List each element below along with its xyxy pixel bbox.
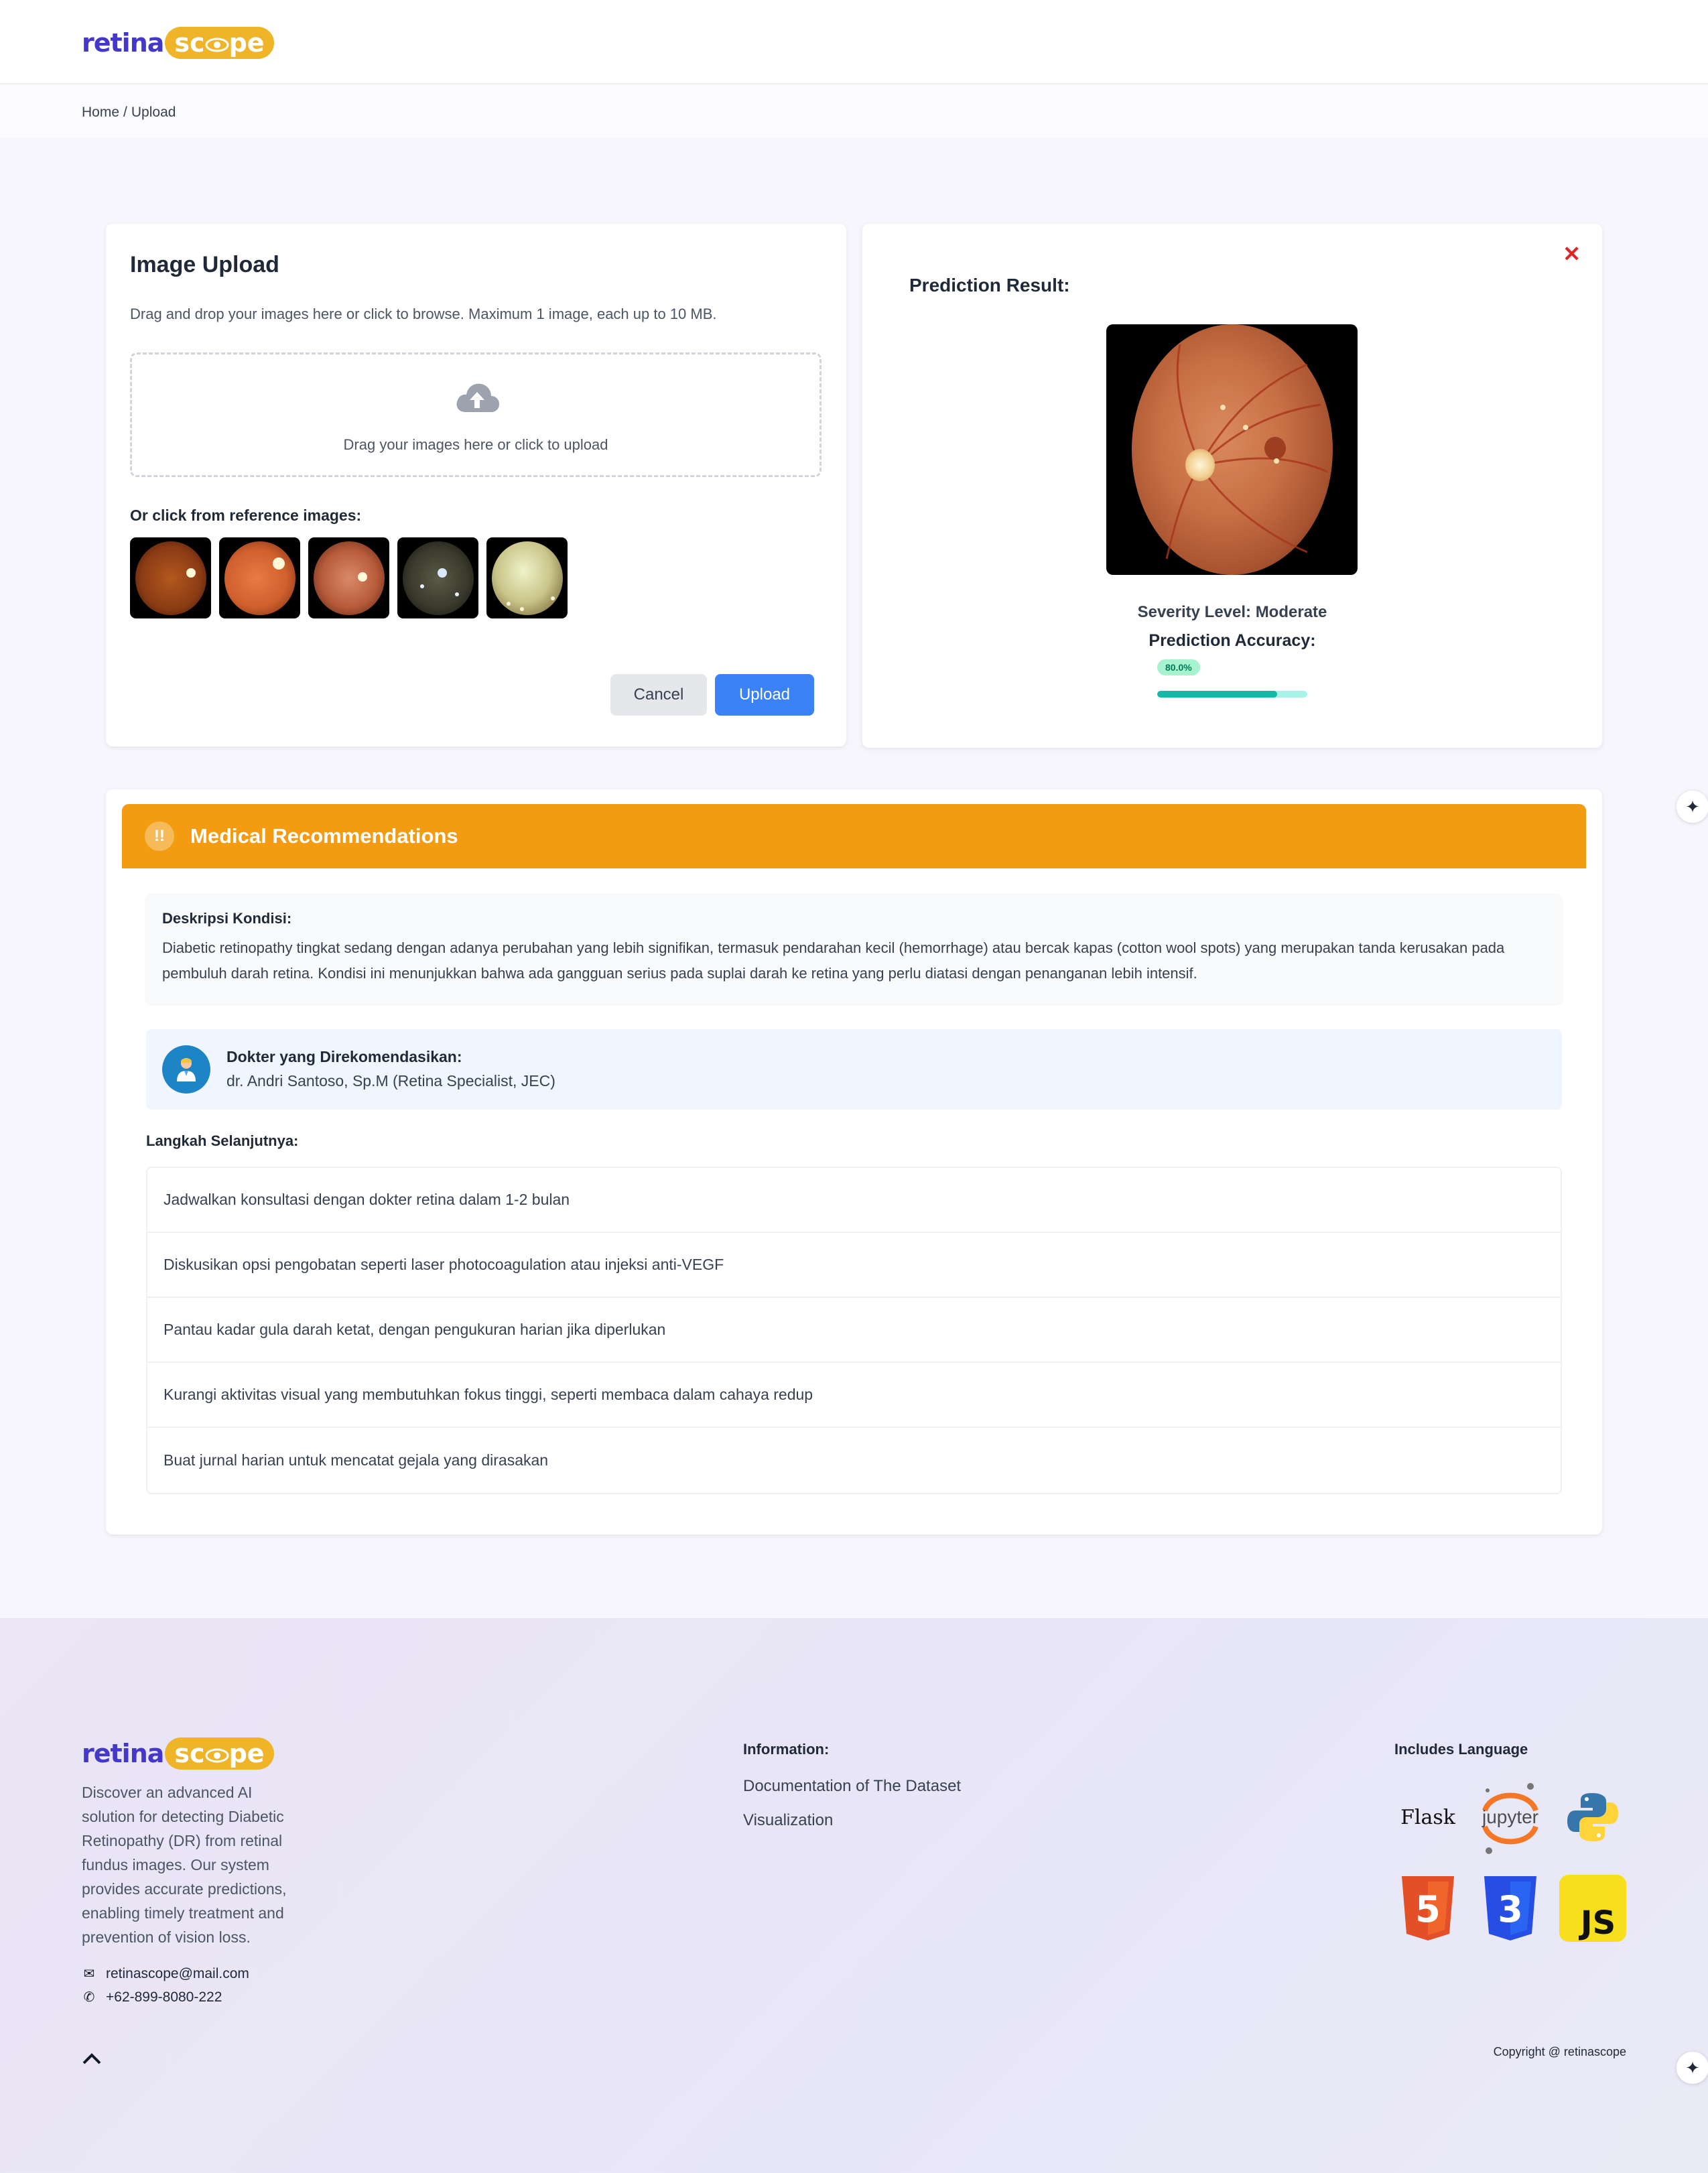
reference-image[interactable] <box>397 537 478 618</box>
breadcrumb-current: Upload <box>131 105 176 120</box>
ai-sparkle-button[interactable]: ✦ <box>1677 791 1708 823</box>
visualization-link[interactable]: Visualization <box>743 1811 833 1830</box>
list-item: Kurangi aktivitas visual yang membutuhka… <box>147 1363 1561 1428</box>
upload-button[interactable]: Upload <box>715 674 814 716</box>
footer-about: Discover an advanced AI solution for det… <box>82 1784 287 1946</box>
doctor-icon <box>162 1045 210 1094</box>
logo-text-scope: sc pe <box>165 27 274 59</box>
breadcrumb-home-link[interactable]: Home <box>82 105 119 121</box>
includes-language-title: Includes Language <box>1394 1741 1528 1758</box>
fundus-image <box>1106 324 1358 575</box>
python-icon <box>1559 1784 1626 1851</box>
logo-text-retina: retina <box>82 1739 164 1768</box>
condition-description-text: Diabetic retinopathy tingkat sedang deng… <box>162 939 1505 982</box>
breadcrumb: Home / Upload <box>82 105 176 121</box>
jupyter-icon: jupyter <box>1477 1783 1544 1854</box>
eye-icon <box>205 38 229 52</box>
phone-text: +62-899-8080-222 <box>106 1989 222 2005</box>
reference-image[interactable] <box>219 537 300 618</box>
next-steps-title: Langkah Selanjutnya: <box>146 1132 299 1149</box>
svg-text:JS: JS <box>1579 1904 1616 1942</box>
email-text: retinascope@mail.com <box>106 1965 249 1981</box>
upload-title: Image Upload <box>130 252 279 277</box>
reference-images-title: Or click from reference images: <box>130 507 362 524</box>
mail-icon: ✉ <box>83 1967 95 1981</box>
eye-icon <box>205 1748 229 1762</box>
javascript-icon: JS <box>1559 1875 1626 1942</box>
footer-email[interactable]: ✉ retinascope@mail.com <box>82 1965 249 1982</box>
doctor-name: dr. Andri Santoso, Sp.M (Retina Speciali… <box>226 1072 555 1090</box>
accuracy-progress-bar <box>1157 691 1307 698</box>
svg-text:5: 5 <box>1415 1888 1441 1930</box>
copyright-text: Copyright @ retinascope <box>1493 2045 1626 2058</box>
upload-dropzone[interactable]: Drag your images here or click to upload <box>130 352 822 477</box>
severity-level: Severity Level: Moderate <box>1137 603 1327 621</box>
footer-phone[interactable]: ✆ +62-899-8080-222 <box>82 1989 222 2005</box>
breadcrumb-separator: / <box>123 105 127 120</box>
brand-logo[interactable]: retina sc pe <box>82 27 274 59</box>
next-steps-list: Jadwalkan konsultasi dengan dokter retin… <box>146 1167 1562 1494</box>
site-header: retina sc pe <box>0 0 1708 84</box>
accuracy-progress-fill <box>1157 691 1278 698</box>
logo-text-scope: sc pe <box>165 1737 274 1770</box>
accuracy-badge: 80.0% <box>1157 659 1200 675</box>
svg-text:3: 3 <box>1498 1888 1523 1930</box>
accuracy-label: Prediction Accuracy: <box>1148 631 1316 650</box>
footer-logo[interactable]: retina sc pe <box>82 1737 274 1770</box>
html5-icon: 5 <box>1394 1875 1461 1942</box>
reference-image[interactable] <box>130 537 211 618</box>
cancel-button[interactable]: Cancel <box>610 674 707 716</box>
list-item: Pantau kadar gula darah ketat, dengan pe… <box>147 1298 1561 1363</box>
css3-icon: 3 <box>1477 1875 1544 1942</box>
prediction-result-title: Prediction Result: <box>909 275 1070 295</box>
logo-text-retina: retina <box>82 28 164 58</box>
recommendations-header: !! Medical Recommendations <box>122 804 1586 868</box>
condition-description-label: Deskripsi Kondisi: <box>162 910 292 927</box>
prediction-result-card: ✕ Prediction Result: Severity Level: Mod… <box>862 224 1602 748</box>
condition-description-box: Deskripsi Kondisi: Diabetic retinopathy … <box>146 894 1562 1004</box>
list-item: Jadwalkan konsultasi dengan dokter retin… <box>147 1168 1561 1233</box>
documentation-link[interactable]: Documentation of The Dataset <box>743 1777 961 1796</box>
cloud-upload-icon <box>456 383 499 412</box>
phone-icon: ✆ <box>83 1990 95 2005</box>
reference-image[interactable] <box>308 537 389 618</box>
breadcrumb-bar <box>0 84 1708 138</box>
ai-sparkle-button[interactable]: ✦ <box>1677 2052 1708 2084</box>
site-footer: retina sc pe Discover an advanced AI solu… <box>0 1618 1708 2173</box>
warning-icon: !! <box>145 821 174 851</box>
doctor-label: Dokter yang Direkomendasikan: <box>226 1048 462 1065</box>
list-item: Buat jurnal harian untuk mencatat gejala… <box>163 1451 549 1469</box>
medical-recommendations-card: !! Medical Recommendations Deskripsi Kon… <box>106 789 1602 1534</box>
reference-image[interactable] <box>486 537 568 618</box>
recommendations-title: Medical Recommendations <box>190 824 458 848</box>
dropzone-text: Drag your images here or click to upload <box>343 436 608 453</box>
flask-icon: Flask <box>1400 1805 1455 1829</box>
reference-images <box>130 537 568 618</box>
close-icon[interactable]: ✕ <box>1563 241 1581 267</box>
recommended-doctor-box: Dokter yang Direkomendasikan: dr. Andri … <box>146 1029 1562 1110</box>
list-item: Diskusikan opsi pengobatan seperti laser… <box>147 1233 1561 1298</box>
image-upload-card: Image Upload Drag and drop your images h… <box>106 224 846 746</box>
information-title: Information: <box>743 1741 830 1758</box>
back-to-top-chevron-up-icon[interactable] <box>82 2048 102 2070</box>
upload-description: Drag and drop your images here or click … <box>130 306 717 322</box>
